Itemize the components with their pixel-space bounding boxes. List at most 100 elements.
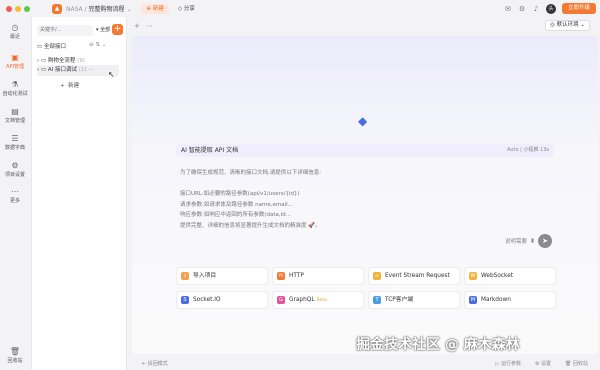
- mode-label: 拆回模式: [147, 361, 168, 367]
- status-actions: ▷ 运行参数 ⚙ 设置 🗑 回收站: [496, 360, 589, 367]
- ai-line: 接口URL:如必要的路径参数(api/v1/users/{id}): [180, 191, 300, 197]
- mail-icon[interactable]: ✉: [504, 5, 512, 13]
- nav-item-autotest[interactable]: ⚗ 自动化测试: [0, 80, 30, 97]
- nav-item-settings[interactable]: ⚙ 项目设置: [0, 161, 30, 178]
- card-markdown[interactable]: M Markdown: [464, 291, 556, 309]
- card-label: HTTP: [289, 273, 304, 279]
- filter-icon: ▾: [96, 27, 99, 33]
- card-websocket[interactable]: W WebSocket: [464, 267, 556, 285]
- status-label: 运行参数: [500, 361, 521, 367]
- new-tab-button[interactable]: ⊕ 新建: [141, 3, 169, 14]
- doc-icon: ▤: [11, 107, 19, 116]
- upgrade-button[interactable]: 立即升级: [561, 3, 596, 14]
- environment-select[interactable]: ◎ 默认环境 ⌄: [545, 20, 590, 31]
- nav-label: 项目设置: [4, 172, 25, 178]
- main-area: + ⋯ ◎ 默认环境 ⌄ ◆ AI 智能提取 API 文档 Auto | 小程推…: [128, 17, 600, 370]
- whale-logo-icon: ◆: [358, 114, 368, 128]
- tree-item-label: AI 接口调试: [47, 67, 78, 73]
- tree-new-label: 新建: [68, 83, 80, 89]
- nav-label: 更多: [9, 198, 20, 204]
- tree-item[interactable]: › ▭ AI 接口调试 (1) ⋯: [37, 65, 119, 76]
- ai-canvas: ◆ AI 智能提取 API 文档 Auto | 小程推 13s 为了确保生成规范…: [132, 36, 598, 354]
- titlebar-actions: ✉ ⚙ ♪ 头 立即升级: [504, 3, 596, 14]
- ai-input-hint[interactable]: 说明需要: [505, 237, 527, 245]
- project-name[interactable]: 完整购物流程: [89, 6, 125, 13]
- new-tab-label: 新建: [152, 5, 164, 12]
- nav-label: 最近: [9, 34, 20, 40]
- card-label: GraphQL: [289, 297, 315, 303]
- attachment-icon[interactable]: ▮: [531, 238, 534, 244]
- folder-icon: ▭: [37, 44, 43, 50]
- api-tree-panel: ▾ 全部 + ▭ 全部接口 ⊖ ⇅ ⌄ › ▭ 购物全流程 (9) › ▭ AI …: [31, 17, 127, 370]
- app-logo: ▲: [52, 3, 62, 14]
- ai-input-actions: 说明需要 ▮ ➤: [505, 234, 552, 248]
- stream-icon: ≈: [373, 271, 381, 280]
- card-label: Markdown: [481, 297, 511, 303]
- environment-label: 默认环境: [556, 22, 579, 28]
- clock-icon: ◷: [11, 23, 19, 32]
- card-event-stream[interactable]: ≈ Event Stream Request: [368, 267, 460, 285]
- card-socketio[interactable]: S Socket.IO: [176, 291, 268, 309]
- filter-select[interactable]: ▾ 全部: [96, 25, 110, 36]
- folder-icon: ▭: [40, 58, 47, 64]
- breadcrumb[interactable]: NASA / 完整购物流程 ⌄: [66, 4, 131, 13]
- add-tab-icon[interactable]: +: [134, 22, 140, 30]
- graphql-icon: G: [277, 295, 285, 304]
- card-label: TCP客户端: [385, 297, 414, 303]
- card-import[interactable]: ↓ 导入项目: [176, 267, 268, 285]
- globe-icon: ◎: [550, 22, 555, 28]
- mode-toggle[interactable]: ⇤ 拆回模式: [142, 360, 168, 367]
- more-tabs-icon[interactable]: ⋯: [146, 22, 153, 30]
- nav-item-docs[interactable]: ▤ 文档管理: [0, 107, 30, 124]
- minimize-window-icon[interactable]: [15, 5, 21, 12]
- close-window-icon[interactable]: [6, 5, 12, 12]
- nav-item-more[interactable]: ⋯ 更多: [0, 187, 30, 204]
- gear-icon[interactable]: ⚙: [518, 5, 526, 13]
- tree-new-button[interactable]: + 新建: [60, 81, 79, 89]
- share-button[interactable]: ◇ 分享: [173, 4, 200, 14]
- card-graphql[interactable]: G GraphQL Beta: [272, 291, 364, 309]
- tree-tools-icon[interactable]: ⊖ ⇅ ⌄: [89, 42, 106, 48]
- nav-item-dictionary[interactable]: ☰ 数据字典: [0, 134, 30, 151]
- ai-line: 响应参数:如响应中返回的所有参数(data,id...: [180, 212, 291, 218]
- ai-intro: 为了确保生成规范、清晰的接口文档,请提供以下详细信息:: [180, 170, 322, 176]
- card-label: 导入项目: [193, 273, 217, 279]
- mouse-cursor-icon: ↖: [108, 70, 115, 79]
- card-label: Event Stream Request: [385, 273, 450, 279]
- tcp-icon: T: [373, 295, 381, 304]
- send-button[interactable]: ➤: [538, 234, 552, 248]
- tree-item[interactable]: › ▭ 购物全流程 (9): [37, 56, 85, 64]
- markdown-icon: M: [469, 295, 477, 304]
- more-icon[interactable]: ⋯: [88, 67, 94, 73]
- nav-item-api[interactable]: ▣ API管理: [0, 50, 30, 72]
- nav-label: API管理: [6, 64, 24, 70]
- tree-root[interactable]: ▭ 全部接口 ⊖ ⇅ ⌄: [37, 42, 106, 50]
- nav-item-recent[interactable]: ◷ 最近: [0, 23, 30, 40]
- status-label: 回收站: [572, 361, 588, 367]
- card-label: Socket.IO: [193, 297, 221, 303]
- add-button[interactable]: +: [112, 24, 123, 35]
- book-icon: ☰: [11, 134, 19, 143]
- bell-icon[interactable]: ♪: [532, 5, 540, 13]
- socketio-icon: S: [181, 295, 189, 304]
- run-params-button[interactable]: ▷ 运行参数: [496, 360, 521, 367]
- card-tcp[interactable]: T TCP客户端: [368, 291, 460, 309]
- breadcrumb-app[interactable]: NASA: [66, 6, 83, 13]
- ai-meta: Auto | 小程推 13s: [506, 147, 549, 153]
- settings-button[interactable]: ⚙ 设置: [535, 360, 551, 367]
- trash-button[interactable]: 🗑 回收站: [565, 360, 588, 367]
- window-controls[interactable]: [6, 5, 30, 12]
- chevron-down-icon[interactable]: ⌄: [126, 6, 131, 13]
- nav-label: 自动化测试: [2, 91, 28, 97]
- search-input[interactable]: [37, 25, 93, 36]
- status-label: 设置: [541, 361, 552, 367]
- tree-root-label: 全部接口: [43, 44, 66, 50]
- gear-icon: ⚙: [11, 161, 19, 170]
- nav-label: 数据字典: [4, 145, 25, 151]
- avatar[interactable]: 头: [545, 3, 556, 14]
- ai-title: AI 智能提取 API 文档: [181, 147, 239, 154]
- card-http[interactable]: H HTTP: [272, 267, 364, 285]
- watermark: 掘金技术社区 @ 麻木森林: [356, 337, 520, 353]
- nav-item-trash[interactable]: 🗑 回收站: [0, 347, 30, 364]
- maximize-window-icon[interactable]: [24, 5, 30, 12]
